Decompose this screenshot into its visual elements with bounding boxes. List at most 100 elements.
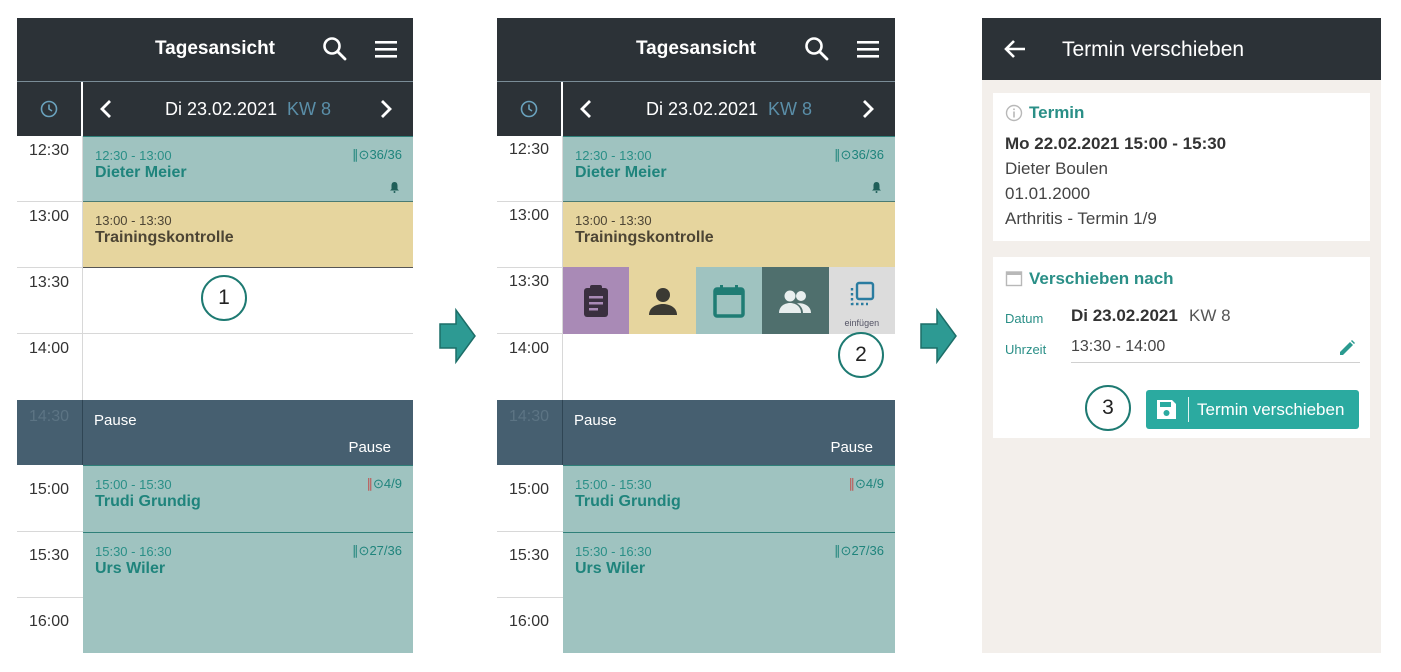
appointment-time: 15:00 - 15:30: [95, 477, 172, 492]
appointment-time: 15:30 - 16:30: [575, 544, 652, 559]
grid-line: [497, 267, 563, 268]
paperclip-icon: ∥: [352, 147, 359, 162]
appointment-name: Dieter Meier: [95, 164, 187, 181]
appointment-block[interactable]: 15:30 - 16:30 Urs Wiler ∥⊙27/36: [563, 532, 895, 653]
paperclip-icon: ∥: [366, 476, 374, 491]
time-label: 14:30: [508, 408, 550, 425]
time-label: 15:30: [508, 547, 550, 564]
appointment-time: 12:30 - 13:00: [95, 148, 172, 163]
button-label: Termin verschieben: [1197, 400, 1345, 419]
paste-icon: [850, 281, 875, 305]
time-label: 16:00: [28, 613, 70, 630]
card-header: Verschieben nach: [1029, 269, 1174, 288]
paperclip-icon: ∥: [848, 476, 856, 491]
appointment-count: ∥⊙27/36: [352, 543, 402, 558]
appointment-count: ∥⊙36/36: [834, 147, 884, 162]
time-value[interactable]: 13:30 - 14:00: [1071, 338, 1165, 356]
appointment-count: ∥⊙4/9: [366, 476, 402, 491]
time-label: 16:00: [508, 613, 550, 630]
date-value[interactable]: Di 23.02.2021: [1071, 306, 1178, 326]
time-label: 14:00: [28, 340, 70, 357]
arrow-right-icon: [920, 307, 957, 365]
appointment-count: ∥⊙27/36: [834, 543, 884, 558]
person-icon: [648, 287, 677, 315]
app-header: Tagesansicht: [497, 18, 895, 81]
appointment-block[interactable]: 13:00 - 13:30 Trainingskontrolle: [563, 201, 895, 267]
menu-icon[interactable]: [374, 38, 398, 60]
datebar-separator: [81, 82, 83, 136]
quick-action-paste[interactable]: einfügen: [828, 267, 895, 334]
time-label: 15:00: [28, 481, 70, 498]
grid-line: [497, 531, 563, 532]
appointment-time: 13:00 - 13:30: [575, 213, 652, 228]
bell-icon: [390, 182, 399, 193]
quick-action-group[interactable]: [762, 267, 829, 334]
appointment-block[interactable]: 13:00 - 13:30 Trainingskontrolle: [83, 201, 413, 268]
calendar-week: KW 8: [1189, 306, 1231, 325]
patient-name: Dieter Boulen: [1005, 159, 1109, 178]
appointment-count: ∥⊙4/9: [848, 476, 884, 491]
search-icon[interactable]: [322, 36, 348, 62]
grid-line: [17, 267, 83, 268]
pause-block[interactable]: 14:30 Pause Pause: [497, 400, 895, 465]
appointment-block[interactable]: 12:30 - 13:00 Dieter Meier ∥⊙36/36: [83, 136, 413, 201]
move-to-card: Verschieben nach Datum Di 23.02.2021 KW …: [993, 257, 1370, 438]
appointment-time: 15:00 - 15:30: [575, 477, 652, 492]
button-separator: [1188, 397, 1189, 422]
info-icon: [1005, 104, 1023, 122]
grid-line: [497, 201, 563, 202]
quick-action-bar: einfügen: [563, 267, 895, 334]
move-appointment-button[interactable]: Termin verschieben: [1146, 390, 1359, 429]
paperclip-icon: ∥: [834, 543, 841, 558]
appointment-count: ∥⊙36/36: [352, 147, 402, 162]
appointment-name: Urs Wiler: [575, 560, 646, 577]
search-icon[interactable]: [804, 36, 830, 62]
calendar-icon: [713, 284, 745, 318]
chevron-left-icon[interactable]: [579, 98, 593, 120]
time-label: 15:00: [508, 481, 550, 498]
grid-line: [497, 333, 563, 334]
pencil-icon[interactable]: [1338, 339, 1356, 357]
appointment-block[interactable]: 15:00 - 15:30 Trudi Grundig ∥⊙4/9: [563, 465, 895, 532]
grid-divider: [562, 400, 563, 465]
card-header: Termin: [1029, 103, 1085, 122]
time-label: 12:30: [28, 142, 70, 159]
appointment-name: Trainingskontrolle: [95, 229, 234, 246]
grid-divider: [82, 400, 83, 465]
day-grid: 12:30 13:00 13:30 14:00 15:00 15:30 16:0…: [17, 136, 413, 653]
appointment-block[interactable]: 15:00 - 15:30 Trudi Grundig ∥⊙4/9: [83, 465, 413, 532]
step-marker-3: 3: [1085, 385, 1131, 431]
appointment-name: Dieter Meier: [575, 164, 667, 181]
group-icon: [779, 290, 812, 313]
grid-line: [497, 597, 563, 598]
screen-title: Tagesansicht: [154, 38, 276, 59]
time-field-underline: [1071, 362, 1360, 363]
chevron-left-icon[interactable]: [99, 98, 113, 120]
back-arrow-icon[interactable]: [1004, 39, 1026, 59]
appointment-time: 12:30 - 13:00: [575, 148, 652, 163]
pause-block[interactable]: 14:30 Pause Pause: [17, 400, 413, 465]
appointment-series: Arthritis - Termin 1/9: [1005, 209, 1157, 228]
date-label: Datum: [1005, 311, 1044, 326]
menu-icon[interactable]: [856, 38, 880, 60]
pause-label: Pause: [94, 412, 137, 429]
chevron-right-icon[interactable]: [861, 98, 875, 120]
grid-line: [17, 201, 83, 202]
pause-label: Pause: [574, 412, 617, 429]
clock-icon[interactable]: [520, 100, 538, 118]
date-navigation: Di 23.02.2021 KW 8: [497, 82, 895, 136]
chevron-right-icon[interactable]: [379, 98, 393, 120]
time-label: 14:30: [28, 408, 70, 425]
appointment-time: 15:30 - 16:30: [95, 544, 172, 559]
quick-action-note[interactable]: [563, 267, 630, 334]
clock-icon[interactable]: [40, 100, 58, 118]
appointment-block[interactable]: 15:30 - 16:30 Urs Wiler ∥⊙27/36: [83, 532, 413, 653]
time-label: 12:30: [508, 141, 550, 158]
paperclip-icon: ∥: [834, 147, 841, 162]
appointment-block[interactable]: 12:30 - 13:00 Dieter Meier ∥⊙36/36: [563, 136, 895, 201]
time-label: 15:30: [28, 547, 70, 564]
quick-action-patient[interactable]: [629, 267, 696, 334]
quick-action-appointment[interactable]: [695, 267, 763, 334]
save-icon: [1157, 400, 1176, 419]
day-view-screen-2: Tagesansicht Di 23.02.2021 KW 8 12:30 13…: [497, 18, 895, 653]
